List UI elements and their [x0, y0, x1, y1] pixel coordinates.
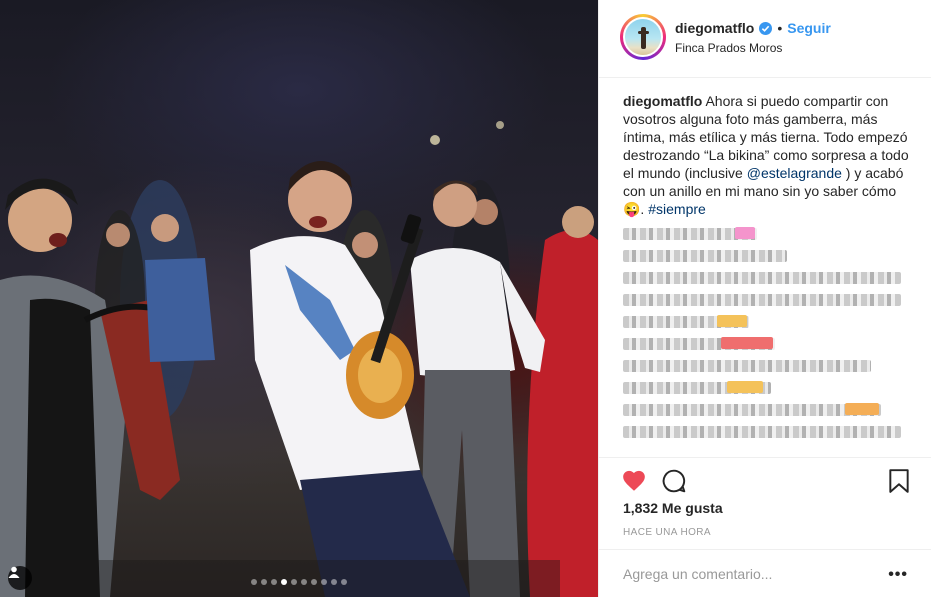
carousel-dot — [301, 579, 307, 585]
comments-area: diegomatflo Ahora si puedo compartir con… — [623, 92, 915, 438]
carousel-dot — [261, 579, 267, 585]
follow-button[interactable]: Seguir — [787, 20, 831, 36]
blurred-comment — [623, 272, 901, 284]
more-options-icon[interactable]: ••• — [888, 566, 908, 584]
blurred-comment — [623, 227, 757, 240]
comment-box: Agrega un comentario... ••• — [599, 549, 931, 598]
verified-badge-icon — [759, 21, 773, 35]
tagged-users-button[interactable] — [8, 566, 32, 590]
separator: • — [777, 20, 783, 36]
hashtag-link[interactable]: #siempre — [648, 201, 706, 217]
caption-username-link[interactable]: diegomatflo — [623, 93, 702, 109]
blurred-comment — [623, 294, 901, 306]
avatar-story-ring[interactable] — [620, 14, 666, 60]
blurred-comment — [623, 426, 901, 438]
carousel-dot-active — [281, 579, 287, 585]
location-link[interactable]: Finca Prados Moros — [675, 41, 782, 55]
mention-link[interactable]: @estelagrande — [747, 165, 842, 181]
carousel-dot — [271, 579, 277, 585]
comment-icon[interactable] — [661, 468, 687, 494]
comment-input[interactable]: Agrega un comentario... — [623, 566, 772, 582]
blurred-comment — [623, 403, 881, 416]
carousel-dot — [251, 579, 257, 585]
carousel-dot — [311, 579, 317, 585]
carousel-dot — [321, 579, 327, 585]
blurred-comment — [623, 360, 871, 372]
carousel-dot — [291, 579, 297, 585]
blurred-comment — [623, 337, 775, 350]
carousel-indicator — [0, 579, 598, 585]
post-caption: diegomatflo Ahora si puedo compartir con… — [623, 92, 915, 218]
blurred-comment — [623, 315, 749, 328]
bookmark-icon[interactable] — [886, 468, 912, 494]
username-link[interactable]: diegomatflo — [675, 20, 754, 36]
heart-icon[interactable] — [621, 468, 647, 494]
post-side-panel: diegomatflo • Seguir Finca Prados Moros … — [598, 0, 931, 597]
likes-count[interactable]: 1,832 Me gusta — [623, 500, 723, 516]
user-icon — [8, 566, 20, 578]
username-row: diegomatflo • Seguir — [675, 20, 831, 36]
post-photo[interactable] — [0, 0, 598, 597]
post-header: diegomatflo • Seguir Finca Prados Moros — [599, 0, 931, 78]
carousel-dot — [331, 579, 337, 585]
blurred-comments — [623, 227, 915, 438]
avatar[interactable] — [623, 17, 663, 57]
party-scene-illustration — [0, 121, 598, 597]
blurred-comment — [623, 250, 787, 262]
blurred-comment — [623, 381, 771, 394]
post-timestamp[interactable]: HACE UNA HORA — [623, 527, 711, 538]
carousel-dot — [341, 579, 347, 585]
